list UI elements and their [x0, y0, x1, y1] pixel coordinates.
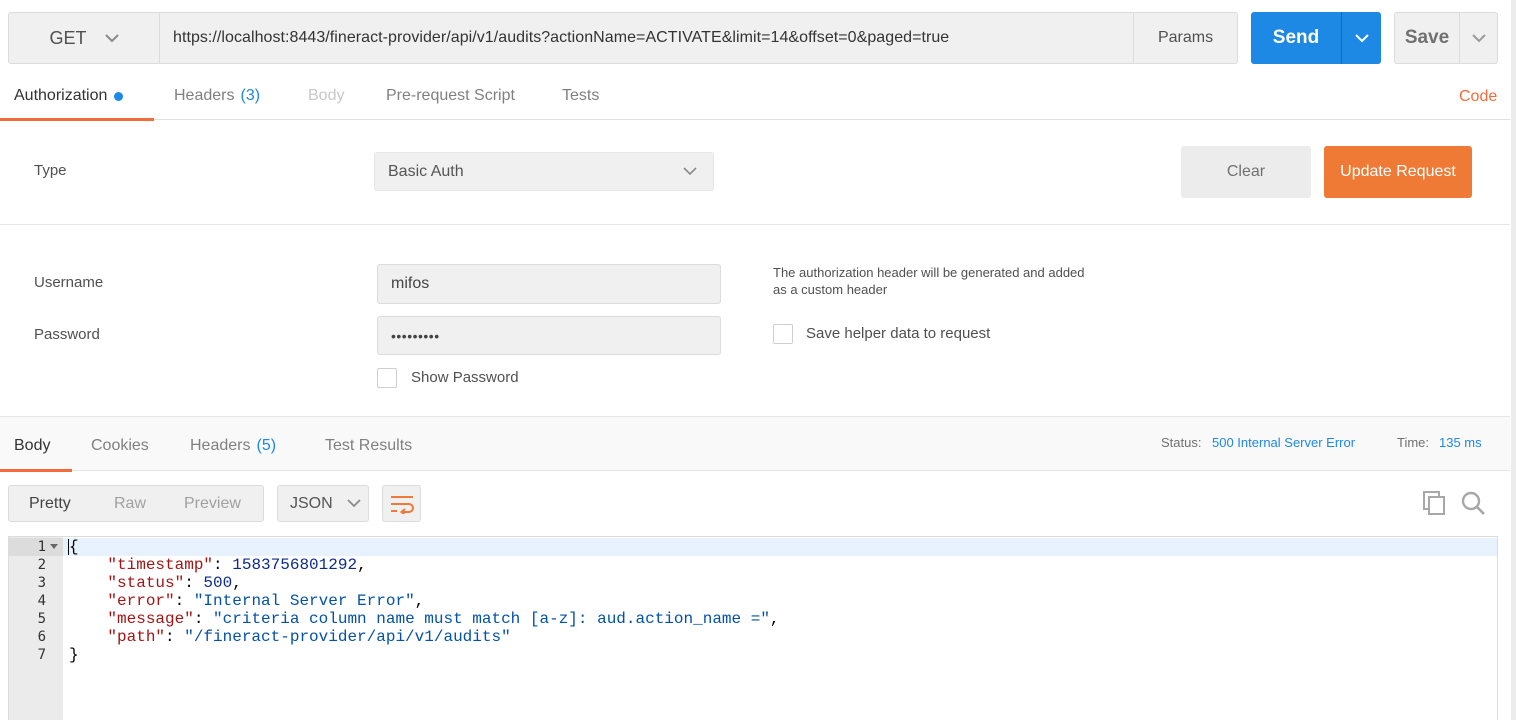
authorization-hint: The authorization header will be generat… [773, 265, 1085, 297]
tab-headers-label: Headers [174, 87, 235, 104]
password-input[interactable]: ••••••••• [377, 316, 721, 355]
tab-response-headers-count: (5) [256, 436, 277, 454]
save-helper-checkbox[interactable] [773, 324, 793, 344]
code-line: { [69, 538, 79, 556]
wrap-lines-icon [390, 495, 414, 514]
password-label: Password [34, 326, 100, 343]
json-string: "/fineract-provider/api/v1/audits" [184, 628, 511, 646]
request-tabs: Authorization Headers (3) Body Pre-reque… [0, 72, 1510, 121]
status-label: Status: [1161, 435, 1202, 450]
json-key: "message" [107, 610, 194, 628]
tab-response-body-label: Body [14, 436, 51, 454]
update-request-button[interactable]: Update Request [1324, 146, 1472, 198]
method-select[interactable]: GET [8, 12, 160, 64]
code-link[interactable]: Code [1459, 88, 1497, 106]
tab-prerequest-script[interactable]: Pre-request Script [386, 72, 515, 120]
json-key: "timestamp" [107, 556, 214, 574]
view-pretty-button[interactable]: Pretty [29, 486, 71, 521]
code-line: "error": "Internal Server Error", [107, 592, 425, 610]
show-password-label: Show Password [411, 369, 519, 386]
params-button[interactable]: Params [1133, 12, 1238, 64]
fold-arrow-icon[interactable] [50, 544, 58, 549]
json-key: "error" [107, 592, 175, 610]
json-key: "status" [107, 574, 185, 592]
code-line: } [69, 646, 79, 664]
username-input[interactable]: mifos [377, 264, 721, 304]
wrap-lines-button[interactable] [382, 485, 421, 522]
tab-headers[interactable]: Headers (3) [174, 72, 260, 120]
section-divider [0, 224, 1510, 225]
line-number: 4 [37, 593, 46, 609]
chevron-down-icon [347, 499, 361, 508]
show-password-checkbox[interactable] [377, 368, 397, 388]
view-mode-group: Pretty Raw Preview [8, 485, 264, 522]
tab-authorization[interactable]: Authorization [0, 72, 154, 121]
code-line: "status": 500, [107, 574, 242, 592]
tab-tests[interactable]: Tests [562, 72, 599, 120]
chevron-down-icon [1354, 33, 1369, 42]
clear-button[interactable]: Clear [1181, 146, 1311, 198]
active-tab-indicator [0, 118, 154, 121]
response-editor[interactable]: 1 2 3 4 5 6 7 { "timestamp": 15837568012… [8, 536, 1498, 720]
active-tab-indicator [0, 469, 72, 472]
view-raw-button[interactable]: Raw [114, 486, 146, 521]
save-button[interactable]: Save [1394, 12, 1460, 64]
url-input[interactable]: https://localhost:8443/fineract-provider… [159, 12, 1134, 64]
auth-type-value: Basic Auth [388, 162, 464, 180]
tab-response-headers[interactable]: Headers (5) [190, 420, 276, 471]
code-line: "path": "/fineract-provider/api/v1/audit… [107, 628, 511, 646]
line-number: 6 [37, 629, 46, 645]
username-label: Username [34, 274, 104, 291]
json-brace: { [69, 538, 79, 556]
modified-dot-icon [114, 91, 124, 101]
search-icon[interactable] [1460, 490, 1486, 516]
tab-response-headers-label: Headers [190, 436, 251, 454]
code-line: "message": "criteria column name must ma… [107, 610, 780, 628]
type-label: Type [34, 162, 67, 179]
chevron-down-icon [683, 167, 697, 176]
copy-icon[interactable] [1422, 490, 1448, 516]
status-value: 500 Internal Server Error [1212, 435, 1356, 450]
window-scrollbar[interactable] [1511, 0, 1516, 720]
save-helper-label: Save helper data to request [806, 325, 991, 342]
save-options-button[interactable] [1459, 12, 1498, 64]
send-options-button[interactable] [1341, 12, 1381, 64]
tab-response-body[interactable]: Body [0, 420, 72, 472]
send-button[interactable]: Send [1251, 12, 1341, 64]
json-string: "Internal Server Error" [193, 592, 415, 610]
tab-authorization-label: Authorization [14, 87, 108, 104]
json-brace: } [69, 646, 79, 664]
chevron-down-icon [104, 33, 119, 42]
tab-test-results[interactable]: Test Results [325, 420, 412, 471]
time-value: 135 ms [1439, 435, 1482, 450]
line-number: 7 [37, 647, 46, 663]
line-number: 3 [37, 575, 46, 591]
chevron-down-icon [1471, 33, 1486, 42]
json-string: "criteria column name must match [a-z]: … [213, 610, 770, 628]
format-select[interactable]: JSON [277, 485, 369, 522]
tab-body[interactable]: Body [308, 72, 344, 120]
method-label: GET [49, 27, 87, 48]
tab-headers-count: (3) [240, 87, 261, 104]
response-tabs: Body Cookies Headers (5) Test Results St… [0, 416, 1510, 472]
format-value: JSON [290, 494, 333, 512]
time-label: Time: [1397, 435, 1430, 450]
json-number: 1583756801292 [232, 556, 358, 574]
view-preview-button[interactable]: Preview [184, 486, 241, 521]
line-number: 1 [37, 539, 46, 555]
auth-type-select[interactable]: Basic Auth [374, 152, 714, 191]
json-key: "path" [107, 628, 166, 646]
code-line: "timestamp": 1583756801292, [107, 556, 367, 574]
line-number: 2 [37, 557, 46, 573]
tab-cookies[interactable]: Cookies [91, 420, 149, 471]
active-line-highlight [63, 538, 1497, 556]
line-number: 5 [37, 611, 46, 627]
json-number: 500 [203, 574, 233, 592]
